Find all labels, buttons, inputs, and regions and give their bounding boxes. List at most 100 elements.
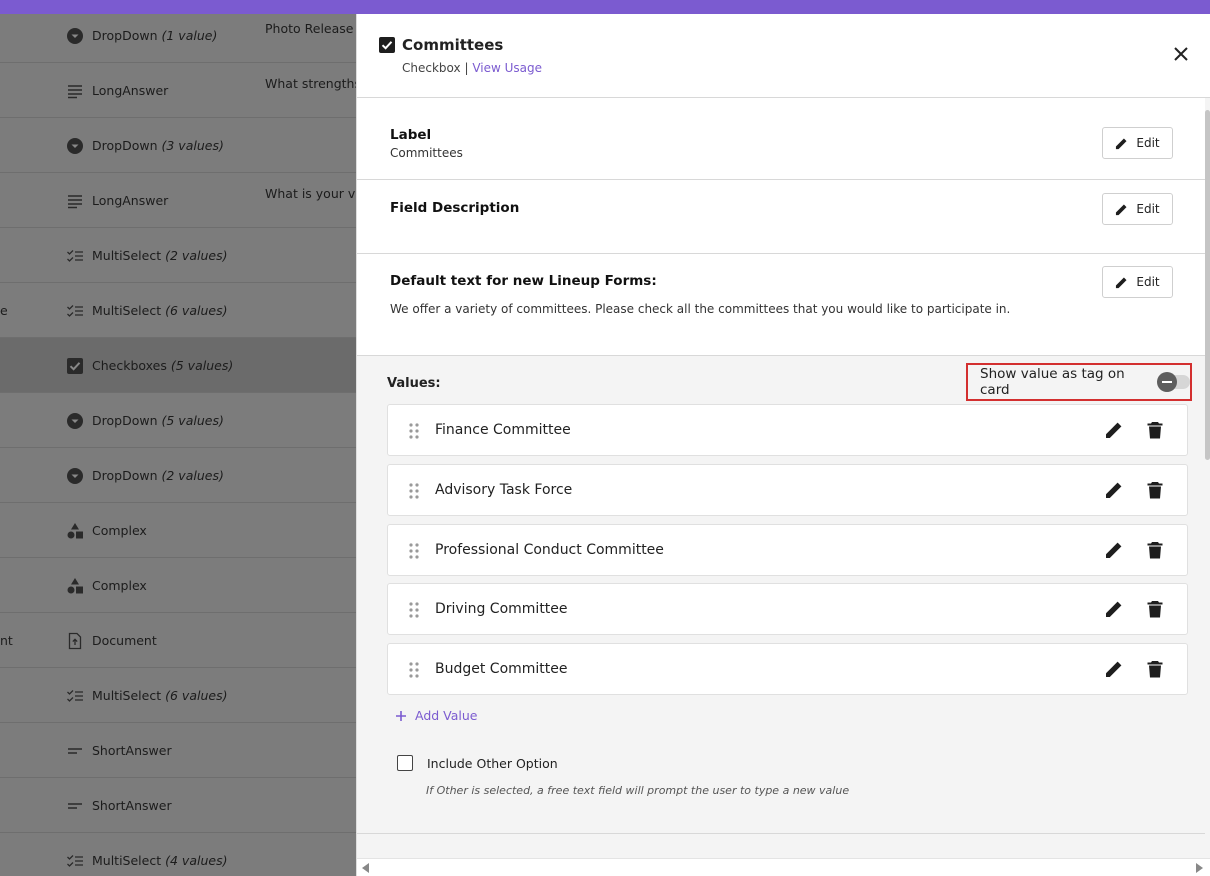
multiselect-icon	[66, 687, 84, 705]
toggle-switch[interactable]	[1157, 372, 1190, 392]
background-table-row[interactable]: LongAnswer What is your vis	[0, 173, 356, 228]
background-table-row[interactable]: ShortAnswer	[0, 778, 356, 833]
drag-handle-icon[interactable]	[408, 601, 420, 619]
dropdown-icon	[66, 467, 84, 485]
value-row[interactable]: Advisory Task Force	[387, 463, 1188, 516]
background-table-row[interactable]: ShortAnswer	[0, 723, 356, 778]
value-row[interactable]: Budget Committee	[387, 643, 1188, 696]
row-name-fragment: nt	[0, 633, 13, 648]
scroll-right-arrow-icon[interactable]	[1196, 863, 1203, 873]
label-section: Label Committees Edit	[357, 98, 1205, 180]
row-field-type: DropDown (3 values)	[66, 118, 224, 173]
edit-default-text-button[interactable]: Edit	[1102, 266, 1173, 298]
panel-scroll-area[interactable]: Label Committees Edit Field Description …	[357, 98, 1205, 858]
complex-icon	[66, 577, 84, 595]
horizontal-scrollbar[interactable]	[357, 858, 1210, 876]
field-type: Checkbox	[402, 61, 461, 75]
background-table-row[interactable]: Complex	[0, 558, 356, 613]
view-usage-link[interactable]: View Usage	[472, 61, 542, 75]
add-value-button[interactable]: Add Value	[395, 708, 478, 723]
row-field-type: LongAnswer	[66, 63, 168, 118]
background-table-row[interactable]: DropDown (3 values)	[0, 118, 356, 173]
trash-icon[interactable]	[1145, 420, 1165, 440]
field-detail-panel: Committees Checkbox | View Usage Label C…	[356, 14, 1210, 876]
pencil-icon[interactable]	[1104, 420, 1124, 440]
row-type-label: MultiSelect	[92, 248, 162, 263]
value-label: Finance Committee	[435, 422, 571, 438]
values-label: Values:	[387, 376, 441, 391]
pencil-icon[interactable]	[1104, 540, 1124, 560]
row-value-count: (5 values)	[161, 413, 224, 428]
default-text-value: We offer a variety of committees. Please…	[390, 302, 1011, 316]
pencil-icon	[1116, 137, 1127, 149]
value-row[interactable]: Driving Committee	[387, 583, 1188, 636]
background-table-row[interactable]: DropDown(1 value) Photo Release C	[0, 8, 356, 63]
dropdown-icon	[66, 412, 84, 430]
row-type-label: LongAnswer	[92, 193, 169, 208]
include-other-option[interactable]: Include Other Option	[397, 755, 558, 771]
background-table-row[interactable]: LongAnswer What strengths,	[0, 63, 356, 118]
checkbox-checked-icon	[379, 37, 395, 53]
row-field-type: DropDown (2 values)	[66, 448, 224, 503]
pencil-icon[interactable]	[1104, 599, 1124, 619]
row-value-count: (4 values)	[165, 853, 228, 868]
edit-description-button[interactable]: Edit	[1102, 193, 1173, 225]
background-table-row[interactable]: DropDown (5 values)	[0, 393, 356, 448]
show-tag-toggle[interactable]: Show value as tag on card	[966, 363, 1192, 401]
row-field-type: LongAnswer	[66, 173, 168, 228]
show-tag-toggle-label: Show value as tag on card	[980, 366, 1125, 398]
default-text-title: Default text for new Lineup Forms:	[390, 273, 657, 289]
background-table-row[interactable]: DropDown (2 values)	[0, 448, 356, 503]
row-type-label: Complex	[92, 523, 147, 538]
pencil-icon[interactable]	[1104, 659, 1124, 679]
include-other-checkbox[interactable]	[397, 755, 413, 771]
row-value-count: (6 values)	[165, 688, 228, 703]
trash-icon[interactable]	[1145, 659, 1165, 679]
row-field-type: MultiSelect (6 values)	[66, 668, 227, 723]
row-type-label: ShortAnswer	[92, 743, 172, 758]
long-answer-icon	[66, 82, 84, 100]
vertical-scroll-thumb[interactable]	[1205, 110, 1210, 460]
row-value-count: (3 values)	[161, 138, 224, 153]
label-section-value: Committees	[390, 146, 463, 160]
value-row[interactable]: Finance Committee	[387, 404, 1188, 456]
value-row[interactable]: Professional Conduct Committee	[387, 523, 1188, 576]
background-table-row[interactable]: MultiSelect (4 values)	[0, 833, 356, 876]
drag-handle-icon[interactable]	[408, 482, 420, 500]
value-label: Budget Committee	[435, 661, 568, 678]
drag-handle-icon[interactable]	[408, 661, 420, 679]
vertical-scrollbar[interactable]	[1205, 98, 1210, 858]
multiselect-icon	[66, 302, 84, 320]
row-field-type: Complex	[66, 558, 147, 613]
trash-icon[interactable]	[1145, 540, 1165, 560]
pencil-icon[interactable]	[1104, 480, 1124, 500]
value-label: Advisory Task Force	[435, 481, 573, 498]
background-table-row[interactable]: Checkboxes (5 values)	[0, 338, 356, 393]
multiselect-icon	[66, 852, 84, 870]
toggle-knob-icon	[1157, 372, 1178, 392]
background-table-row[interactable]: nt Document	[0, 613, 356, 668]
document-icon	[66, 632, 84, 650]
dropdown-icon	[66, 27, 84, 45]
drag-handle-icon[interactable]	[408, 542, 420, 560]
edit-description-text: Edit	[1136, 202, 1160, 216]
background-table-row[interactable]: MultiSelect (6 values)	[0, 668, 356, 723]
multiselect-icon	[66, 247, 84, 265]
trash-icon[interactable]	[1145, 599, 1165, 619]
row-description: Photo Release C	[265, 20, 356, 36]
trash-icon[interactable]	[1145, 480, 1165, 500]
background-table-row[interactable]: e MultiSelect (6 values)	[0, 283, 356, 338]
background-table-row[interactable]: MultiSelect (2 values)	[0, 228, 356, 283]
include-other-hint: If Other is selected, a free text field …	[426, 784, 850, 797]
row-description: What is your vis	[265, 185, 356, 201]
drag-handle-icon[interactable]	[408, 422, 420, 440]
plus-icon	[396, 710, 406, 721]
edit-label-button[interactable]: Edit	[1102, 127, 1173, 159]
row-value-count: (5 values)	[170, 358, 234, 373]
scroll-left-arrow-icon[interactable]	[362, 863, 369, 873]
close-icon[interactable]	[1171, 44, 1191, 64]
field-type-line: Checkbox | View Usage	[402, 61, 542, 75]
background-table-row[interactable]: Complex	[0, 503, 356, 558]
row-field-type: ShortAnswer	[66, 778, 172, 833]
row-field-type: Complex	[66, 503, 147, 558]
